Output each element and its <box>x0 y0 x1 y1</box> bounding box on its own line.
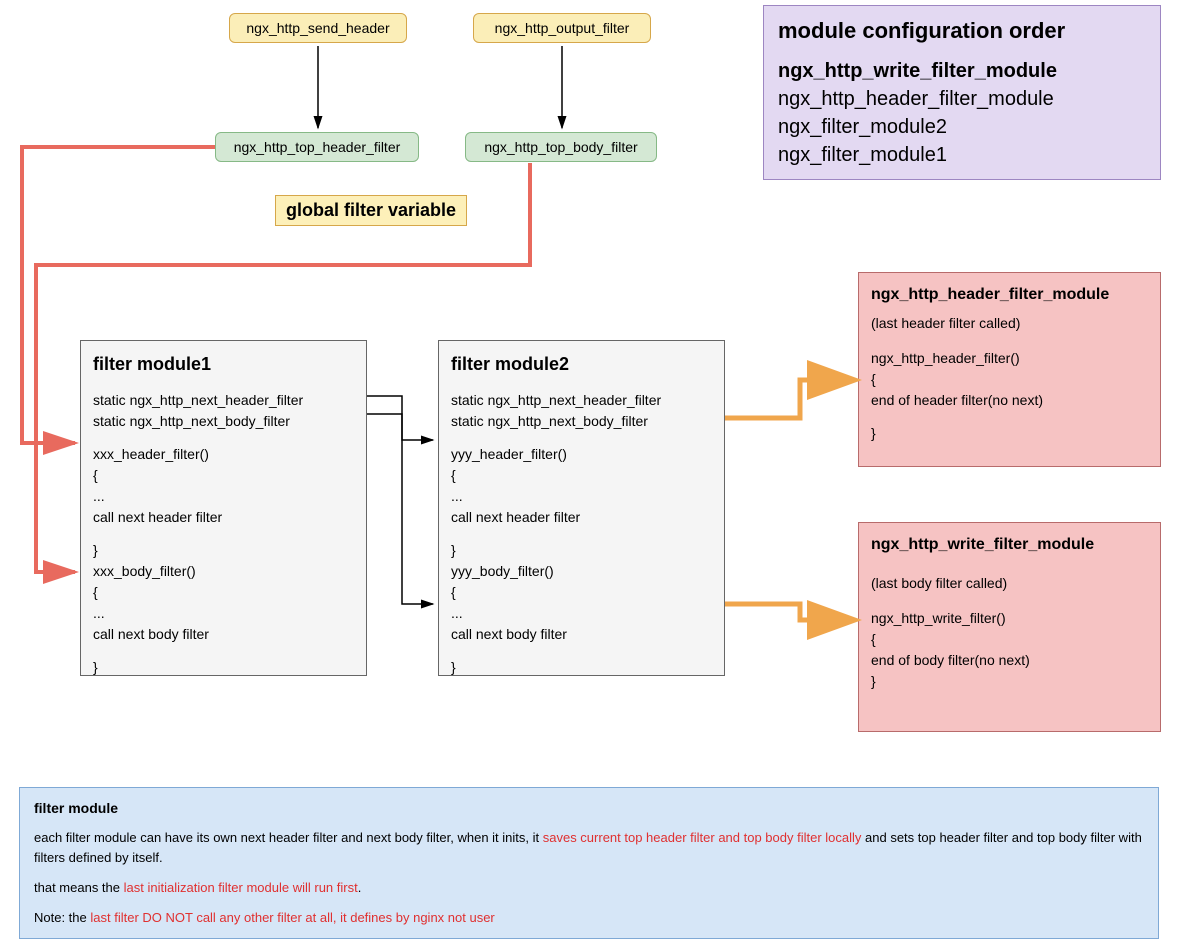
header-module-title: ngx_http_header_filter_module <box>871 283 1148 307</box>
module2-l5: ... <box>451 486 712 507</box>
top-header-filter-box: ngx_http_top_header_filter <box>215 132 419 162</box>
module1-l7: } <box>93 540 354 561</box>
config-order-box: module configuration order ngx_http_writ… <box>763 5 1161 180</box>
config-line1: ngx_http_write_filter_module <box>778 57 1146 85</box>
footer-p1a: each filter module can have its own next… <box>34 830 543 845</box>
module1-l4: { <box>93 465 354 486</box>
module1-title: filter module1 <box>93 351 354 378</box>
footer-p3a: Note: the <box>34 910 90 925</box>
header-module-l2: { <box>871 369 1148 390</box>
footer-p2a: that means the <box>34 880 124 895</box>
module2-l4: { <box>451 465 712 486</box>
module1-l11: call next body filter <box>93 624 354 645</box>
write-module-l2: { <box>871 629 1148 650</box>
module1-l3: xxx_header_filter() <box>93 444 354 465</box>
module2-l6: call next header filter <box>451 507 712 528</box>
footer-p1b: saves current top header filter and top … <box>543 830 862 845</box>
module2-l9: { <box>451 582 712 603</box>
footer-p2c: . <box>358 880 362 895</box>
module1-l8: xxx_body_filter() <box>93 561 354 582</box>
footer-p2b: last initialization filter module will r… <box>124 880 358 895</box>
module2-l3: yyy_header_filter() <box>451 444 712 465</box>
footer-p2: that means the last initialization filte… <box>34 878 1144 898</box>
footer-note-box: filter module each filter module can hav… <box>19 787 1159 939</box>
module1-l2: static ngx_http_next_body_filter <box>93 411 354 432</box>
header-module-l3: end of header filter(no next) <box>871 390 1148 411</box>
module1-l10: ... <box>93 603 354 624</box>
output-filter-box: ngx_http_output_filter <box>473 13 651 43</box>
config-line2: ngx_http_header_filter_module <box>778 85 1146 113</box>
write-module-title: ngx_http_write_filter_module <box>871 533 1148 557</box>
config-line3: ngx_filter_module2 <box>778 113 1146 141</box>
module2-l1: static ngx_http_next_header_filter <box>451 390 712 411</box>
module2-l12: } <box>451 657 712 678</box>
header-module-l4: } <box>871 423 1148 444</box>
footer-p1: each filter module can have its own next… <box>34 828 1144 868</box>
module2-l10: ... <box>451 603 712 624</box>
send-header-box: ngx_http_send_header <box>229 13 407 43</box>
footer-p3: Note: the last filter DO NOT call any ot… <box>34 908 1144 928</box>
write-module-l4: } <box>871 671 1148 692</box>
top-body-filter-box: ngx_http_top_body_filter <box>465 132 657 162</box>
write-filter-module-box: ngx_http_write_filter_module (last body … <box>858 522 1161 732</box>
module1-l1: static ngx_http_next_header_filter <box>93 390 354 411</box>
write-module-sub: (last body filter called) <box>871 573 1148 594</box>
config-title: module configuration order <box>778 16 1146 47</box>
write-module-l1: ngx_http_write_filter() <box>871 608 1148 629</box>
module1-l5: ... <box>93 486 354 507</box>
footer-title: filter module <box>34 798 1144 820</box>
config-line4: ngx_filter_module1 <box>778 141 1146 169</box>
write-module-l3: end of body filter(no next) <box>871 650 1148 671</box>
header-module-sub: (last header filter called) <box>871 313 1148 334</box>
module1-l12: } <box>93 657 354 678</box>
module1-l9: { <box>93 582 354 603</box>
module2-l7: } <box>451 540 712 561</box>
module2-title: filter module2 <box>451 351 712 378</box>
filter-module1-box: filter module1 static ngx_http_next_head… <box>80 340 367 676</box>
filter-module2-box: filter module2 static ngx_http_next_head… <box>438 340 725 676</box>
module2-l11: call next body filter <box>451 624 712 645</box>
module1-l6: call next header filter <box>93 507 354 528</box>
header-module-l1: ngx_http_header_filter() <box>871 348 1148 369</box>
module2-l8: yyy_body_filter() <box>451 561 712 582</box>
footer-p3b: last filter DO NOT call any other filter… <box>90 910 494 925</box>
module2-l2: static ngx_http_next_body_filter <box>451 411 712 432</box>
header-filter-module-box: ngx_http_header_filter_module (last head… <box>858 272 1161 467</box>
global-filter-label: global filter variable <box>275 195 467 226</box>
